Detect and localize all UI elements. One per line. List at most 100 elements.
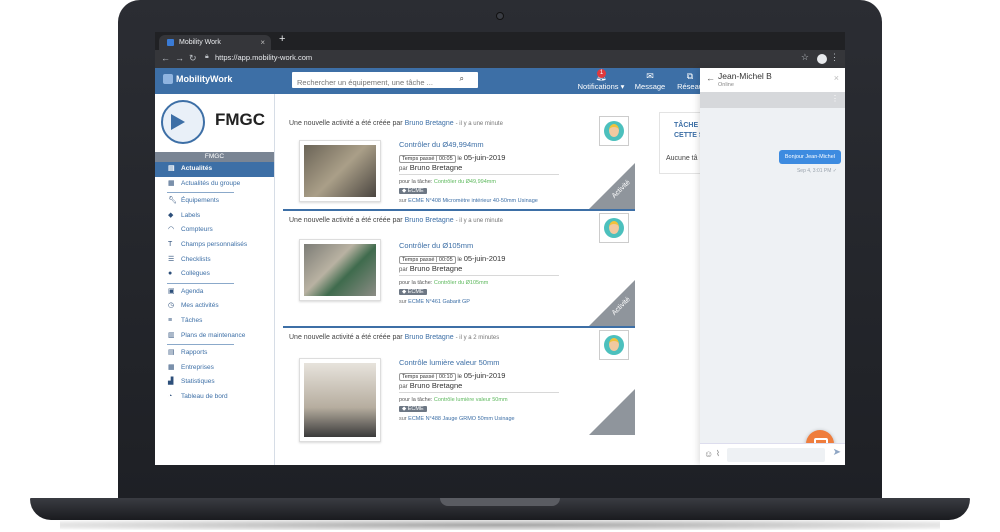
browser-menu-icon[interactable]: ⋮ <box>830 52 839 63</box>
sidebar-item-actualites[interactable]: ▤ Actualités <box>155 162 274 177</box>
for-task-link[interactable]: Contrôler du Ø49,994mm <box>434 179 496 185</box>
post-image[interactable] <box>299 239 381 301</box>
time-value: 00:05 <box>438 257 453 263</box>
equipment-tag[interactable]: ◆ ECME <box>399 406 427 412</box>
sidebar-item-plans[interactable]: ▥ Plans de maintenance <box>155 329 274 344</box>
bookmark-star-icon[interactable]: ☆ <box>801 52 809 63</box>
post-image[interactable] <box>299 358 381 442</box>
chat-options-icon[interactable]: ⋮ <box>831 94 839 103</box>
author-avatar[interactable] <box>599 213 629 243</box>
back-icon[interactable]: ← <box>161 53 170 63</box>
clock-icon: ◷ <box>168 302 175 310</box>
sidebar-item-label: Champs personnalisés <box>181 240 248 248</box>
chat-back-icon[interactable]: ← <box>706 73 715 83</box>
date-prefix: le <box>457 374 463 380</box>
time-value: 00:05 <box>438 156 453 162</box>
post-divider <box>399 174 559 175</box>
profile-avatar-icon[interactable] <box>817 54 827 64</box>
sidebar-item-actualites-groupe[interactable]: ▦ Actualités du groupe <box>155 177 274 192</box>
sidebar-item-equipements[interactable]: 🔧︎ Équipements <box>155 194 274 209</box>
sidebar-item-label: Tableau de bord <box>181 392 228 400</box>
equipment-tag[interactable]: ◆ ECME <box>399 289 427 295</box>
sidebar-divider <box>167 192 234 194</box>
post-author-link[interactable]: Bruno Bretagne <box>405 120 454 127</box>
notifications-label: Notifications <box>577 82 619 91</box>
attachment-icon[interactable]: ⌇ <box>716 449 720 458</box>
post-time: - il y a une minute <box>455 218 503 224</box>
reload-icon[interactable]: ↻ <box>189 53 197 64</box>
sidebar-item-label: Compteurs <box>181 226 213 234</box>
tasks-icon: ≡ <box>168 316 173 324</box>
chat-header: ← Jean-Michel B Online × <box>700 68 845 92</box>
task-link[interactable]: Contrôler du Ø49,994mm <box>399 140 484 149</box>
post-header: Une nouvelle activité a été créée par Br… <box>289 334 499 341</box>
sidebar-item-taches[interactable]: ≡ Tâches <box>155 314 274 329</box>
chat-toolbar: ⋮ <box>700 92 845 108</box>
browser-tab-title: Mobility Work <box>179 39 221 46</box>
emoji-icon[interactable]: ☺ <box>704 449 713 459</box>
author-avatar[interactable] <box>599 116 629 146</box>
post-intro: Une nouvelle activité a été créée par <box>289 217 403 224</box>
sidebar-item-champs[interactable]: T Champs personnalisés <box>155 238 274 253</box>
post-author-link[interactable]: Bruno Bretagne <box>405 334 454 341</box>
tag-icon: ◆ <box>168 211 174 219</box>
send-icon[interactable]: ➤ <box>833 447 841 458</box>
equipment-ref: sur ECME N°488 Jauge GRMO 50mm Usinage <box>399 416 515 422</box>
sidebar-item-agenda[interactable]: ▣ Agenda <box>155 285 274 300</box>
author-avatar[interactable] <box>599 330 629 360</box>
author-name: Bruno Bretagne <box>409 381 463 390</box>
date-prefix: le <box>457 156 463 162</box>
task-link[interactable]: Contrôle lumière valeur 50mm <box>399 358 499 367</box>
url-field[interactable]: https://app.mobility-work.com <box>215 53 312 62</box>
browser-tab[interactable]: Mobility Work × <box>159 35 271 50</box>
company-name: FMGC <box>215 110 266 129</box>
sidebar-divider <box>167 282 234 284</box>
sidebar-item-rapports[interactable]: ▤ Rapports <box>155 346 274 361</box>
notifications-badge: 1 <box>597 69 606 78</box>
post-divider <box>399 392 559 393</box>
sidebar-item-entreprises[interactable]: ▦ Entreprises <box>155 361 274 376</box>
search-input[interactable] <box>292 74 452 91</box>
sidebar-item-label: Équipements <box>181 197 219 205</box>
for-task-label: pour la tâche: <box>399 179 433 185</box>
equipment-link[interactable]: ECME N°461 Gabarit GP <box>408 299 470 305</box>
sidebar-item-mes-activites[interactable]: ◷ Mes activités <box>155 299 274 314</box>
equipment-link[interactable]: ECME N°488 Jauge GRMO 50mm Usinage <box>408 416 514 422</box>
sidebar-item-statistiques[interactable]: ▟ Statistiques <box>155 375 274 390</box>
equipment-link[interactable]: ECME N°408 Micromètre intérieur 40-50mm … <box>408 198 538 204</box>
for-task-link[interactable]: Contrôle lumière valeur 50mm <box>434 397 508 403</box>
sidebar-item-checklists[interactable]: ☰ Checklists <box>155 253 274 268</box>
sidebar-item-labels[interactable]: ◆ Labels <box>155 209 274 224</box>
post-image[interactable] <box>299 140 381 202</box>
sidebar-item-label: Rapports <box>181 349 208 357</box>
company-emblem <box>161 100 205 144</box>
post-header: Une nouvelle activité a été créée par Br… <box>289 120 503 127</box>
sidebar-item-compteurs[interactable]: ◠ Compteurs <box>155 223 274 238</box>
notifications-menu[interactable]: 🔔︎ 1 Notifications ▾ <box>573 69 629 91</box>
search-icon[interactable]: ⌕ <box>460 74 464 84</box>
message-menu[interactable]: ✉︎ Message <box>633 70 667 91</box>
sidebar-item-collegues[interactable]: ● Collègues <box>155 267 274 282</box>
app-logo[interactable]: MobilityWork <box>163 74 232 84</box>
task-link[interactable]: Contrôler du Ø105mm <box>399 241 473 250</box>
chat-close-icon[interactable]: × <box>834 73 839 83</box>
laptop-frame: Mobility Work × + ← → ↻ 🔒︎ https://app.m… <box>0 0 1000 532</box>
equipment-ref: sur ECME N°408 Micromètre intérieur 40-5… <box>399 198 538 204</box>
post-author: par Bruno Bretagne <box>399 381 462 390</box>
sidebar-item-tableau[interactable]: ◔ Tableau de bord <box>155 390 274 405</box>
close-tab-icon[interactable]: × <box>260 35 265 50</box>
for-task-link[interactable]: Contrôler du Ø105mm <box>434 280 488 286</box>
sidebar-item-label: Agenda <box>181 287 204 295</box>
company-subtitle: FMGC <box>155 152 274 162</box>
time-spent: Temps passé | 00:05 le 05-juin-2019 <box>399 153 505 163</box>
browser-addressbar: ← → ↻ 🔒︎ https://app.mobility-work.com ☆… <box>155 50 845 68</box>
chat-message-input[interactable] <box>727 448 825 462</box>
equipment-tag[interactable]: ◆ ECME <box>399 188 427 194</box>
post-author-link[interactable]: Bruno Bretagne <box>405 217 454 224</box>
forward-icon[interactable]: → <box>175 53 184 63</box>
new-tab-icon[interactable]: + <box>279 33 285 45</box>
time-spent: Temps passé | 00:10 le 05-juin-2019 <box>399 371 505 381</box>
sidebar-item-label: Entreprises <box>181 363 214 371</box>
time-label: Temps passé <box>402 374 435 380</box>
by-label: par <box>399 267 408 273</box>
